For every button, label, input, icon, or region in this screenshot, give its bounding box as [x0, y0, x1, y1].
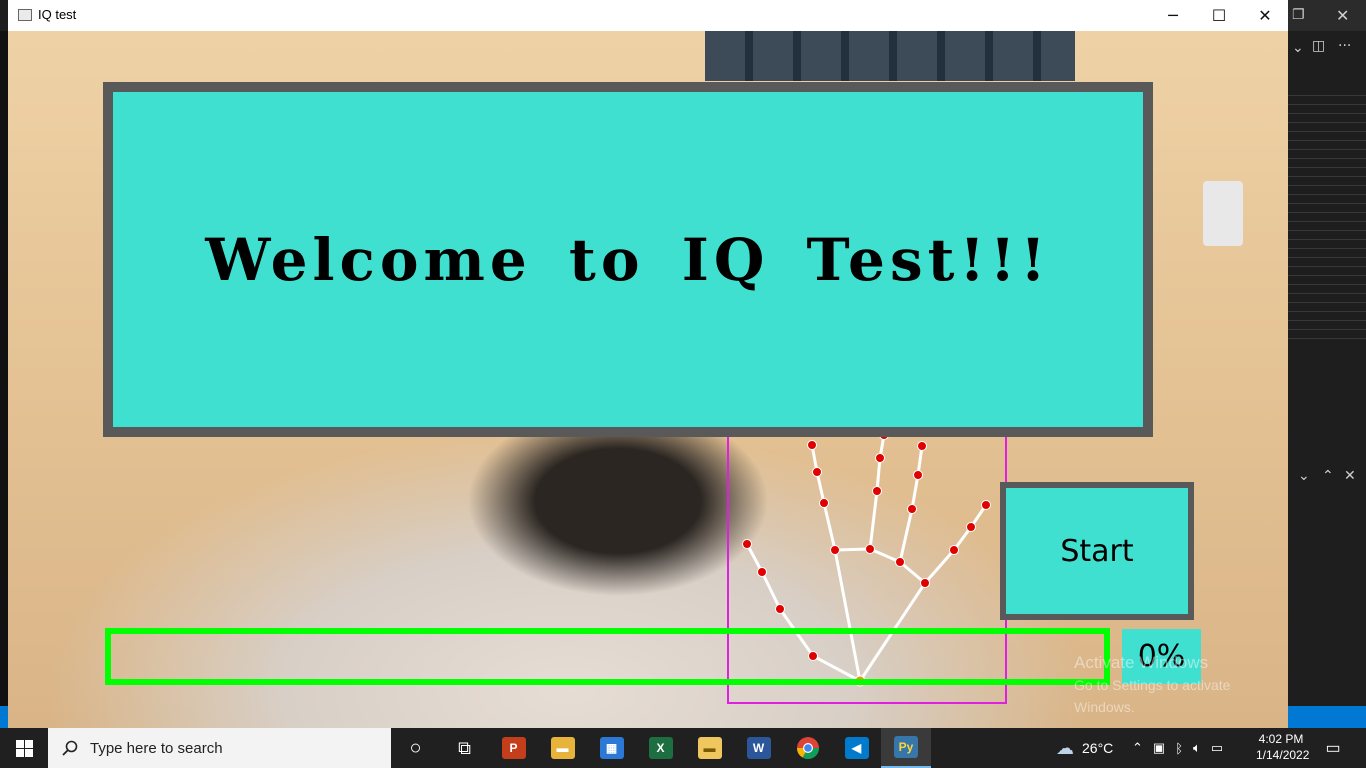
window-title: IQ test: [38, 7, 77, 22]
battery-icon[interactable]: ▭: [1211, 740, 1223, 756]
python-icon[interactable]: Py: [881, 728, 931, 768]
maximize-button[interactable]: ☐: [1196, 0, 1242, 31]
start-menu-button[interactable]: [0, 728, 48, 768]
cloud-icon: ☁: [1056, 737, 1074, 758]
start-button[interactable]: Start: [1000, 482, 1194, 620]
title-bar: IQ test ─ ☐ ✕: [8, 0, 1288, 32]
minimize-button[interactable]: ─: [1150, 0, 1196, 31]
background-editor-left: [0, 31, 8, 728]
close-icon: ✕: [1336, 6, 1350, 25]
windows-logo-icon: [15, 739, 33, 757]
chevron-down-icon: ⌄: [1298, 468, 1310, 484]
app-icon: [18, 9, 32, 21]
word-icon[interactable]: W: [734, 728, 783, 768]
weather-temp: 26°C: [1082, 740, 1114, 756]
split-editor-icon: ◫: [1312, 38, 1326, 54]
store-icon[interactable]: ▦: [587, 728, 636, 768]
chevron-up-icon: ⌃: [1322, 468, 1334, 484]
background-editor: ❐ ✕ ⌄ ◫ ··· ⌄ ⌃ ✕: [1288, 0, 1366, 728]
cortana-icon[interactable]: ○: [391, 728, 440, 768]
chevron-up-icon[interactable]: ⌃: [1132, 740, 1143, 756]
close-button[interactable]: ✕: [1242, 0, 1288, 31]
clock-time: 4:02 PM: [1258, 732, 1304, 746]
search-icon: [62, 740, 78, 756]
excel-icon[interactable]: X: [636, 728, 685, 768]
vscode-icon[interactable]: ◀: [832, 728, 881, 768]
iq-test-window: IQ test ─ ☐ ✕ Welcome to IQ Test!!! Star…: [8, 0, 1288, 728]
close-panel-icon: ✕: [1344, 468, 1356, 484]
camera-icon[interactable]: ▣: [1153, 740, 1165, 756]
notification-icon[interactable]: ▭: [1322, 728, 1344, 768]
background-editor-titlebar: ❐ ✕: [1288, 0, 1366, 31]
task-view-icon[interactable]: ⧉: [440, 728, 489, 768]
camera-feed: Welcome to IQ Test!!! Start 0% Activate …: [8, 31, 1288, 728]
watermark-line1: Activate Windows: [1074, 653, 1209, 672]
volume-icon[interactable]: 🔈︎: [1193, 740, 1201, 756]
background-statusbar: [0, 706, 8, 728]
chrome-logo: [796, 737, 819, 759]
more-icon: ···: [1338, 38, 1352, 54]
welcome-title: Welcome to IQ Test!!!: [205, 225, 1051, 294]
bluetooth-icon[interactable]: ᛒ: [1175, 741, 1183, 756]
system-tray: ⌃ ▣ ᛒ 🔈︎ ▭: [1132, 728, 1223, 768]
watermark-line2: Go to Settings to activate Windows.: [1074, 677, 1231, 715]
restore-icon: ❐: [1292, 7, 1305, 23]
activate-windows-watermark: Activate Windows Go to Settings to activ…: [1074, 652, 1288, 718]
chevron-down-icon: ⌄: [1292, 40, 1304, 56]
background-statusbar: [1288, 706, 1366, 728]
search-placeholder: Type here to search: [90, 739, 223, 757]
taskbar: Type here to search ○ ⧉ P ▬ ▦ X ▬ W ◀ Py…: [0, 728, 1366, 768]
files-icon[interactable]: ▬: [685, 728, 734, 768]
start-button-label: Start: [1060, 533, 1134, 569]
chrome-icon[interactable]: [783, 728, 832, 768]
welcome-panel: Welcome to IQ Test!!!: [103, 82, 1153, 437]
taskbar-search-box[interactable]: Type here to search: [48, 728, 391, 768]
progress-bar: [105, 628, 1110, 685]
file-explorer-icon[interactable]: ▬: [538, 728, 587, 768]
background-code-lines: [1288, 90, 1366, 340]
powerpoint-icon[interactable]: P: [489, 728, 538, 768]
clock-date: 1/14/2022: [1256, 748, 1310, 762]
weather-widget[interactable]: ☁ 26°C: [1056, 728, 1113, 768]
clock[interactable]: 4:02 PM 1/14/2022: [1256, 731, 1310, 763]
